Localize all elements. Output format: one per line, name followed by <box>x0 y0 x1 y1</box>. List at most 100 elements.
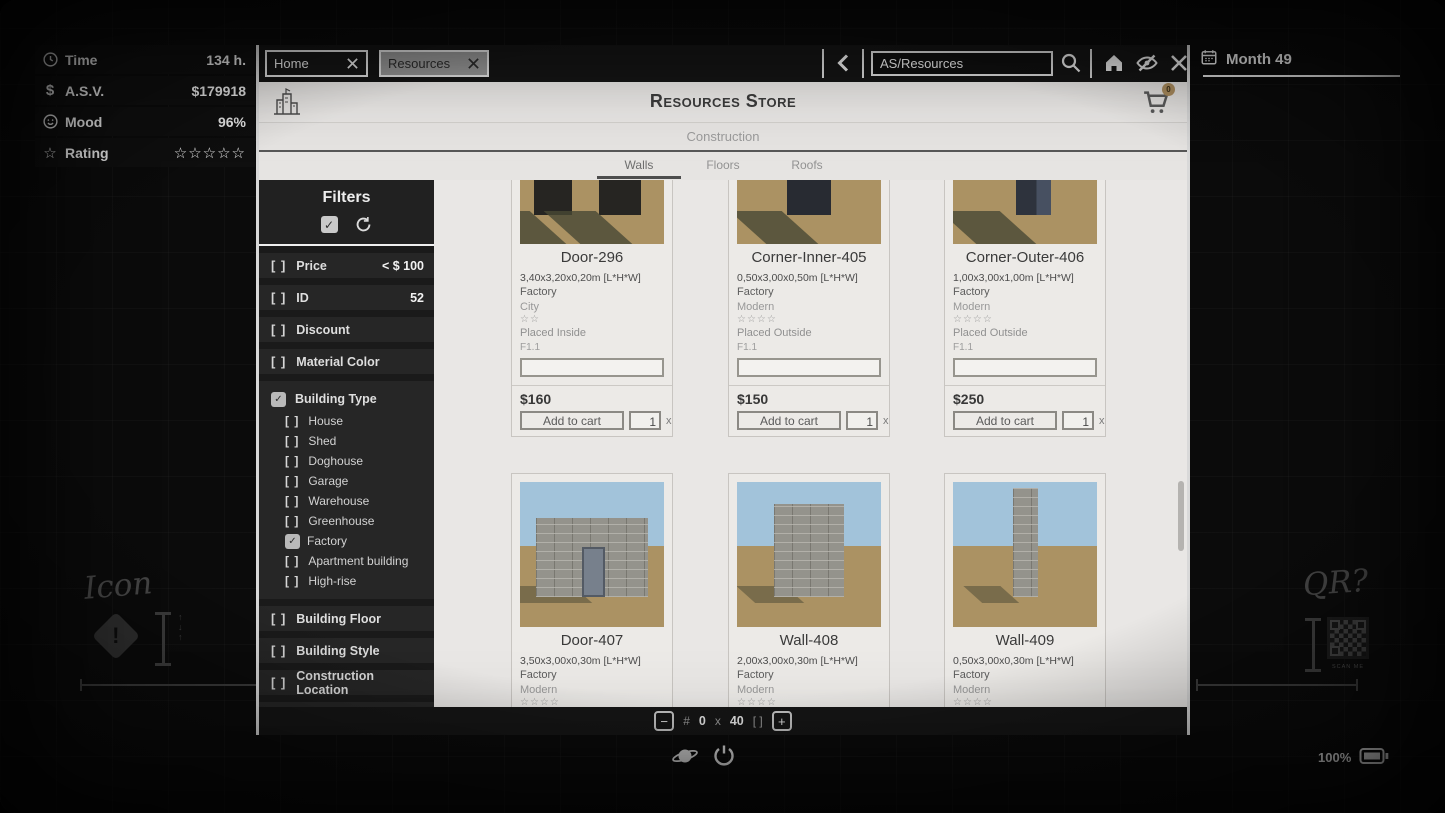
warning-diamond-icon: ! <box>92 612 140 660</box>
subtab-walls[interactable]: Walls <box>597 152 681 178</box>
filter-building-floor[interactable]: Building Floor <box>259 606 434 631</box>
option-shed[interactable]: Shed <box>259 431 434 451</box>
filter-material-color[interactable]: Material Color <box>259 349 434 374</box>
product-image <box>737 482 881 627</box>
product-card: Corner-Inner-405 0,50x3,00x0,50m [L*H*W]… <box>728 180 890 437</box>
option-apartment-building[interactable]: Apartment building <box>259 551 434 571</box>
product-image <box>520 482 664 627</box>
subtab-roofs[interactable]: Roofs <box>765 152 849 178</box>
checkbox-checked-icon[interactable] <box>285 534 300 549</box>
battery-status: 100% <box>1318 746 1389 769</box>
filter-construction-location[interactable]: Construction Location <box>259 670 434 695</box>
browser-window: Home Resources <box>256 45 1190 735</box>
cart-badge: 0 <box>1162 83 1175 96</box>
option-garage[interactable]: Garage <box>259 471 434 491</box>
filter-building-style[interactable]: Building Style <box>259 638 434 663</box>
items-per-page: 40 <box>730 714 744 728</box>
product-note-input[interactable] <box>737 358 881 377</box>
page-number: 0 <box>699 714 706 728</box>
product-image <box>953 482 1097 627</box>
subtab-bar: Walls Floors Roofs <box>259 152 1187 180</box>
tab-home[interactable]: Home <box>265 50 368 77</box>
toolbar-separator <box>822 49 824 78</box>
tab-resources[interactable]: Resources <box>379 50 489 77</box>
checkbox-unchecked-icon[interactable] <box>271 290 286 305</box>
resize-arrows-icon: ↑↓↑ <box>178 612 183 642</box>
add-to-cart-button[interactable]: Add to cart <box>737 411 841 430</box>
checkbox-unchecked-icon[interactable] <box>271 643 286 658</box>
clock-icon <box>35 51 65 68</box>
refresh-icon[interactable] <box>354 215 373 234</box>
home-icon[interactable] <box>1102 51 1126 75</box>
category-bar[interactable]: Construction <box>259 123 1187 152</box>
product-card: Door-407 3,50x3,00x0,30m [L*H*W] Factory… <box>511 473 673 707</box>
rating-stars: ☆☆☆☆☆ <box>174 144 255 162</box>
battery-icon <box>1359 746 1389 769</box>
product-card: Wall-409 0,50x3,00x0,30m [L*H*W] Factory… <box>944 473 1106 707</box>
close-tab-icon[interactable] <box>346 57 359 70</box>
month-label: Month 49 <box>1226 51 1292 68</box>
option-high-rise[interactable]: High-rise <box>259 571 434 591</box>
checkbox-unchecked-icon[interactable] <box>271 354 286 369</box>
filter-row-partial[interactable] <box>259 702 434 707</box>
qr-code <box>1327 617 1369 659</box>
ibeam-cursor-icon <box>1305 618 1321 672</box>
product-note-input[interactable] <box>953 358 1097 377</box>
ruler-line <box>1196 684 1358 686</box>
search-icon[interactable] <box>1059 51 1083 75</box>
product-image <box>520 180 664 244</box>
quantity-field[interactable]: 1 <box>846 411 878 430</box>
subtab-floors[interactable]: Floors <box>681 152 765 178</box>
product-grid: Door-296 3,40x3,20x0,20m [L*H*W] Factory… <box>434 180 1187 707</box>
planet-icon[interactable] <box>671 742 699 770</box>
brackets-indicator: [ ] <box>753 714 763 728</box>
checkbox-checked-icon[interactable] <box>271 392 286 407</box>
store-header: Resources Store 0 <box>259 82 1187 123</box>
pagination-bar: − # 0 x 40 [ ] + <box>259 707 1187 735</box>
add-to-cart-button[interactable]: Add to cart <box>953 411 1057 430</box>
checkbox-unchecked-icon[interactable] <box>271 322 286 337</box>
smiley-icon <box>35 113 65 130</box>
stat-rating: ☆ Rating ☆☆☆☆☆ <box>35 138 255 167</box>
page-minus-button[interactable]: − <box>654 711 674 731</box>
option-warehouse[interactable]: Warehouse <box>259 491 434 511</box>
option-doghouse[interactable]: Doghouse <box>259 451 434 471</box>
stat-time: Time 134 h. <box>35 45 255 74</box>
product-image <box>737 180 881 244</box>
month-indicator: Month 49 <box>1200 48 1292 70</box>
dollar-icon: $ <box>35 82 65 99</box>
close-window-icon[interactable] <box>1167 51 1191 75</box>
category-label: Construction <box>687 129 760 144</box>
add-to-cart-button[interactable]: Add to cart <box>520 411 624 430</box>
option-factory[interactable]: Factory <box>259 531 434 551</box>
filters-master-checkbox[interactable] <box>321 216 338 233</box>
hud-stats-panel: Time 134 h. $ A.S.V. $179918 Mood 96% ☆ … <box>35 45 255 169</box>
back-button[interactable] <box>832 51 856 75</box>
ruler-line <box>80 684 258 686</box>
checkbox-unchecked-icon[interactable] <box>271 611 286 626</box>
address-input[interactable] <box>871 51 1053 76</box>
power-icon[interactable] <box>711 743 737 769</box>
tab-strip: Home Resources <box>259 45 1187 82</box>
eye-off-icon[interactable] <box>1135 51 1159 75</box>
option-house[interactable]: House <box>259 411 434 431</box>
close-tab-icon[interactable] <box>467 57 480 70</box>
checkbox-unchecked-icon[interactable] <box>271 675 286 690</box>
filter-price[interactable]: Price < $ 100 <box>259 253 434 278</box>
option-greenhouse[interactable]: Greenhouse <box>259 511 434 531</box>
quantity-field[interactable]: 1 <box>1062 411 1094 430</box>
filters-header: Filters <box>259 180 434 246</box>
filter-id[interactable]: ID 52 <box>259 285 434 310</box>
page-plus-button[interactable]: + <box>772 711 792 731</box>
cart-icon[interactable]: 0 <box>1141 87 1171 117</box>
star-icon: ☆ <box>35 144 65 162</box>
product-note-input[interactable] <box>520 358 664 377</box>
quantity-field[interactable]: 1 <box>629 411 661 430</box>
filter-building-type[interactable]: Building Type <box>259 387 434 411</box>
scrollbar-thumb[interactable] <box>1178 481 1184 551</box>
checkbox-unchecked-icon[interactable] <box>271 258 286 273</box>
toolbar-separator <box>1090 49 1092 78</box>
battery-percent: 100% <box>1318 750 1351 765</box>
toolbar-separator <box>862 49 864 78</box>
filter-discount[interactable]: Discount <box>259 317 434 342</box>
